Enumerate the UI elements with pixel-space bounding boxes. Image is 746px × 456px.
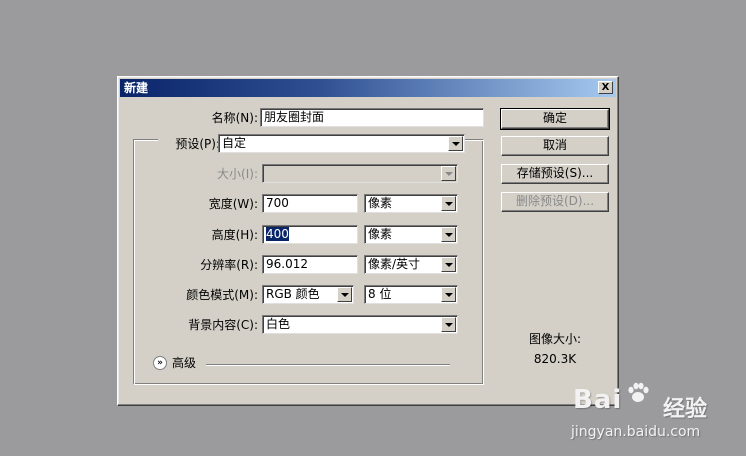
width-unit-select[interactable]: 像素: [364, 194, 458, 213]
height-label: 高度(H):: [211, 228, 258, 242]
image-size-value: 820.3K: [533, 352, 577, 366]
resolution-unit-dropdown-arrow-icon[interactable]: [441, 257, 456, 272]
width-input[interactable]: 700: [262, 194, 358, 213]
close-button[interactable]: X: [598, 81, 613, 94]
size-label: 大小(I):: [217, 167, 258, 181]
background-contents-dropdown-arrow-icon[interactable]: [441, 317, 456, 332]
color-mode-label: 颜色模式(M):: [186, 288, 258, 302]
size-dropdown-arrow-icon: [441, 166, 456, 181]
dialog-titlebar[interactable]: 新建 X: [120, 79, 616, 97]
save-preset-button[interactable]: 存储预设(S)...: [501, 164, 609, 184]
width-unit-dropdown-arrow-icon[interactable]: [441, 196, 456, 211]
new-document-dialog: 新建 X 名称(N): 朋友圈封面 预设(P): 自定 大小(I): 宽度(W)…: [117, 76, 619, 406]
resolution-input[interactable]: 96.012: [262, 255, 358, 274]
height-unit-dropdown-arrow-icon[interactable]: [441, 227, 456, 242]
paw-icon: [628, 382, 649, 402]
baidu-jingyan-watermark: Bai 经验 jingyan.baidu.com: [567, 380, 742, 450]
background-contents-select[interactable]: 白色: [262, 315, 458, 334]
background-contents-label: 背景内容(C):: [188, 318, 258, 332]
cancel-button[interactable]: 取消: [501, 136, 609, 156]
preset-select[interactable]: 自定: [218, 134, 465, 153]
dialog-title: 新建: [124, 81, 149, 95]
preset-dropdown-arrow-icon[interactable]: [448, 136, 463, 151]
color-mode-select[interactable]: RGB 颜色: [262, 285, 354, 304]
color-mode-dropdown-arrow-icon[interactable]: [337, 287, 352, 302]
resolution-unit-select[interactable]: 像素/英寸: [364, 255, 458, 274]
bit-depth-select[interactable]: 8 位: [364, 285, 458, 304]
height-unit-select[interactable]: 像素: [364, 225, 458, 244]
preset-label: 预设(P):: [158, 135, 220, 153]
name-input[interactable]: 朋友圈封面: [260, 108, 484, 127]
watermark-logo-text: Bai: [573, 385, 623, 415]
width-label: 宽度(W):: [208, 197, 258, 211]
name-label: 名称(N):: [211, 111, 258, 125]
ok-button[interactable]: 确定: [500, 108, 610, 130]
resolution-label: 分辨率(R):: [200, 258, 258, 272]
image-size-label: 图像大小:: [528, 332, 582, 346]
bit-depth-dropdown-arrow-icon[interactable]: [441, 287, 456, 302]
advanced-divider: [206, 364, 450, 366]
size-select: [262, 164, 458, 183]
watermark-jingyan-text: 经验: [663, 397, 708, 422]
chevron-double-down-icon[interactable]: »: [153, 356, 167, 370]
watermark-url: jingyan.baidu.com: [571, 424, 701, 440]
height-input[interactable]: 400: [262, 225, 358, 244]
advanced-toggle-label[interactable]: 高级: [172, 354, 202, 372]
delete-preset-button: 删除预设(D)...: [501, 192, 609, 212]
